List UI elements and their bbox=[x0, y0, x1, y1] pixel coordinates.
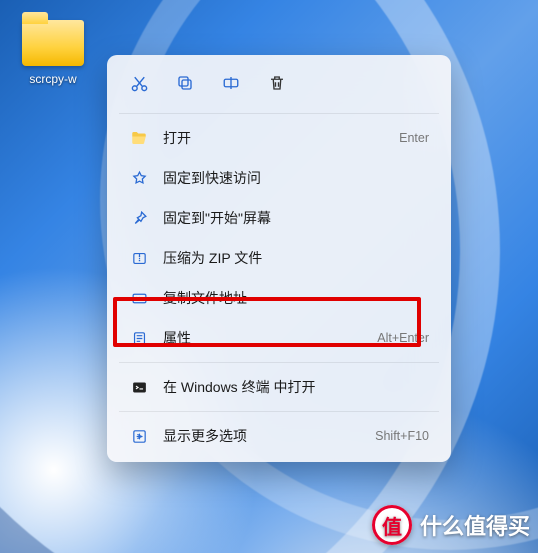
rename-button[interactable] bbox=[211, 63, 251, 103]
menu-label: 显示更多选项 bbox=[163, 426, 375, 446]
rename-icon bbox=[222, 74, 240, 92]
star-pin-icon bbox=[129, 168, 149, 188]
path-icon bbox=[129, 288, 149, 308]
menu-label: 固定到"开始"屏幕 bbox=[163, 208, 429, 228]
menu-label: 压缩为 ZIP 文件 bbox=[163, 248, 429, 268]
menu-pin-quick-access[interactable]: 固定到快速访问 bbox=[115, 158, 443, 198]
context-toolbar bbox=[111, 63, 447, 109]
menu-pin-start[interactable]: 固定到"开始"屏幕 bbox=[115, 198, 443, 238]
menu-label: 打开 bbox=[163, 128, 399, 148]
folder-label: scrcpy-w bbox=[18, 72, 88, 86]
separator bbox=[119, 113, 439, 114]
terminal-icon bbox=[129, 377, 149, 397]
cut-icon bbox=[130, 74, 149, 93]
menu-compress-zip[interactable]: 压缩为 ZIP 文件 bbox=[115, 238, 443, 278]
zip-icon bbox=[129, 248, 149, 268]
menu-open-terminal[interactable]: 在 Windows 终端 中打开 bbox=[115, 367, 443, 407]
folder-icon bbox=[22, 20, 84, 66]
menu-label: 复制文件地址 bbox=[163, 288, 429, 308]
menu-show-more[interactable]: 显示更多选项 Shift+F10 bbox=[115, 416, 443, 456]
watermark-icon: 值 bbox=[372, 505, 412, 545]
cut-button[interactable] bbox=[119, 63, 159, 103]
menu-label: 固定到快速访问 bbox=[163, 168, 429, 188]
desktop-folder[interactable]: scrcpy-w bbox=[18, 20, 88, 86]
properties-icon bbox=[129, 328, 149, 348]
menu-shortcut: Alt+Enter bbox=[377, 331, 429, 345]
watermark-text: 什么值得买 bbox=[420, 509, 530, 541]
delete-icon bbox=[268, 74, 286, 92]
watermark-badge: 值 什么值得买 bbox=[372, 505, 530, 545]
menu-open[interactable]: 打开 Enter bbox=[115, 118, 443, 158]
folder-open-icon bbox=[129, 128, 149, 148]
separator bbox=[119, 411, 439, 412]
menu-shortcut: Enter bbox=[399, 131, 429, 145]
copy-icon bbox=[176, 74, 194, 92]
menu-shortcut: Shift+F10 bbox=[375, 429, 429, 443]
menu-label: 属性 bbox=[163, 328, 377, 348]
menu-copy-path[interactable]: 复制文件地址 bbox=[115, 278, 443, 318]
menu-properties[interactable]: 属性 Alt+Enter bbox=[115, 318, 443, 358]
menu-label: 在 Windows 终端 中打开 bbox=[163, 377, 429, 397]
separator bbox=[119, 362, 439, 363]
copy-button[interactable] bbox=[165, 63, 205, 103]
pin-icon bbox=[129, 208, 149, 228]
more-options-icon bbox=[129, 426, 149, 446]
delete-button[interactable] bbox=[257, 63, 297, 103]
context-menu: 打开 Enter 固定到快速访问 固定到"开始"屏幕 压缩为 ZIP 文件 复制… bbox=[107, 55, 451, 462]
